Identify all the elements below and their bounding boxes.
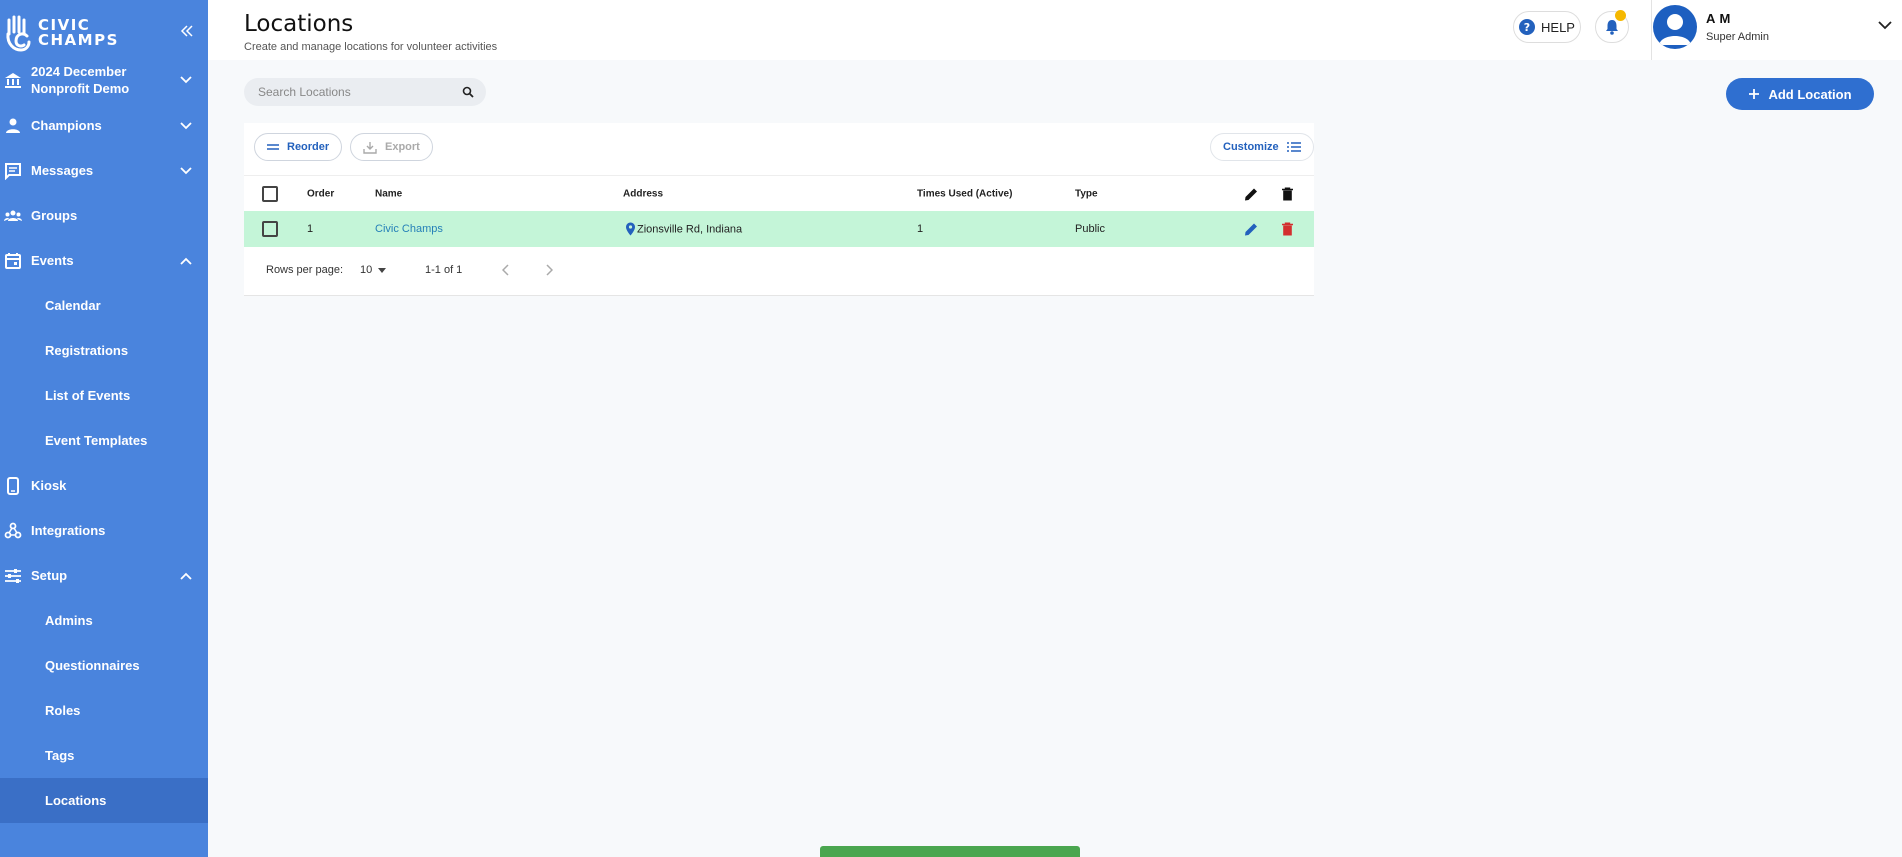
double-chevron-left-icon [180,25,193,37]
list-icon [1286,142,1301,152]
org-name-line2: Nonprofit Demo [31,81,130,96]
sidebar-org-selector[interactable]: 2024 December Nonprofit Demo [0,56,208,104]
cell-type: Public [1075,223,1105,235]
column-header-times-used[interactable]: Times Used (Active) [917,188,1012,199]
sidebar-item-roles[interactable]: Roles [0,688,208,733]
location-name-link[interactable]: Civic Champs [375,223,443,235]
add-location-button[interactable]: Add Location [1726,78,1874,110]
logo-line2: CHAMPS [38,31,119,49]
org-name-line1: 2024 December [31,64,127,79]
sidebar-item-messages[interactable]: Messages [0,148,208,193]
row-checkbox[interactable] [262,221,278,237]
groups-icon [4,210,22,221]
rows-per-page-value: 10 [360,264,373,276]
edit-icon[interactable] [1244,222,1259,237]
chevron-up-icon [180,572,192,580]
add-location-label: Add Location [1768,86,1852,102]
rows-per-page-select[interactable]: 10 [360,264,387,276]
sidebar-item-calendar[interactable]: Calendar [0,283,208,328]
notification-dot [1615,10,1626,21]
reorder-button[interactable]: Reorder [254,133,343,161]
caret-down-icon [378,267,387,273]
user-avatar-icon [1659,14,1691,45]
column-header-name[interactable]: Name [375,188,402,199]
chevron-down-icon [180,76,192,84]
sliders-icon [5,568,21,583]
export-label: Export [385,141,420,153]
chevron-left-icon[interactable] [502,264,510,276]
search-box [244,78,486,106]
sidebar-item-admins[interactable]: Admins [0,598,208,643]
collapse-sidebar-button[interactable] [180,24,194,43]
chevron-down-icon[interactable] [1878,20,1892,30]
avatar[interactable] [1653,5,1697,49]
customize-button[interactable]: Customize [1210,133,1314,161]
trash-icon [1282,187,1293,200]
message-icon [5,162,21,180]
toast-notification [820,846,1080,857]
sidebar-item-event-templates[interactable]: Event Templates [0,418,208,463]
sidebar: CIVIC CHAMPS 2024 December Nonprofit Dem… [0,0,208,857]
integrations-icon [4,522,22,538]
download-icon [363,141,377,154]
notifications-button[interactable] [1595,10,1629,43]
search-input[interactable] [258,78,458,106]
location-pin-icon [626,222,635,236]
svg-text:?: ? [1524,21,1530,34]
user-name: A M [1706,11,1731,26]
column-header-type[interactable]: Type [1075,188,1098,199]
export-button[interactable]: Export [350,133,433,161]
sidebar-item-questionnaires[interactable]: Questionnaires [0,643,208,688]
bell-icon [1606,20,1618,35]
sidebar-item-kiosk[interactable]: Kiosk [0,463,208,508]
plus-icon [1749,89,1760,99]
chevron-up-icon [180,257,192,265]
top-header: Locations Create and manage locations fo… [208,0,1902,60]
sidebar-item-champions[interactable]: Champions [0,103,208,148]
help-icon: ? [1519,19,1536,35]
sidebar-item-events[interactable]: Events [0,238,208,283]
customize-label: Customize [1223,141,1279,153]
select-all-checkbox[interactable] [262,185,278,202]
help-button[interactable]: ? HELP [1513,11,1581,43]
pencil-icon [1245,188,1257,200]
rows-per-page-label: Rows per page: [266,264,344,276]
table-header: Order Name Address Times Used (Active) T… [244,175,1314,211]
chevron-down-icon [180,166,192,174]
sidebar-item-locations[interactable]: Locations [0,778,208,823]
header-divider [1651,0,1652,60]
person-icon [6,118,20,133]
help-label: HELP [1541,19,1575,35]
sidebar-item-groups[interactable]: Groups [0,193,208,238]
sidebar-item-list-of-events[interactable]: List of Events [0,373,208,418]
column-header-order[interactable]: Order [307,188,334,199]
sidebar-item-setup[interactable]: Setup [0,553,208,598]
pagination: Rows per page: 10 1-1 of 1 [244,255,1314,285]
delete-icon[interactable] [1282,222,1293,236]
civic-champs-logo[interactable]: CIVIC CHAMPS [4,14,119,52]
column-header-address[interactable]: Address [623,188,663,199]
hand-logo-icon [6,15,31,52]
chevron-down-icon [180,121,192,129]
address-text: Zionsville Rd, Indiana [637,223,743,236]
reorder-icon [267,144,279,150]
user-role: Super Admin [1706,31,1769,43]
sidebar-item-tags[interactable]: Tags [0,733,208,778]
table-row[interactable]: 1 Civic Champs Zionsville Rd, Indiana 1 … [244,211,1314,247]
cell-address: Zionsville Rd, Indiana [626,222,743,236]
reorder-label: Reorder [287,141,330,153]
locations-table-card: Reorder Export Customize Order Name Addr… [244,123,1314,296]
bank-icon [5,73,21,88]
search-icon[interactable] [462,86,474,98]
page-title: Locations [244,11,354,37]
chevron-right-icon[interactable] [545,264,553,276]
sidebar-item-registrations[interactable]: Registrations [0,328,208,373]
calendar-icon [5,252,21,269]
sidebar-item-integrations[interactable]: Integrations [0,508,208,553]
page-range: 1-1 of 1 [425,264,463,276]
cell-order: 1 [307,223,314,235]
page-subtitle: Create and manage locations for voluntee… [244,41,498,53]
cell-times-used: 1 [917,223,924,235]
phone-icon [7,476,19,495]
